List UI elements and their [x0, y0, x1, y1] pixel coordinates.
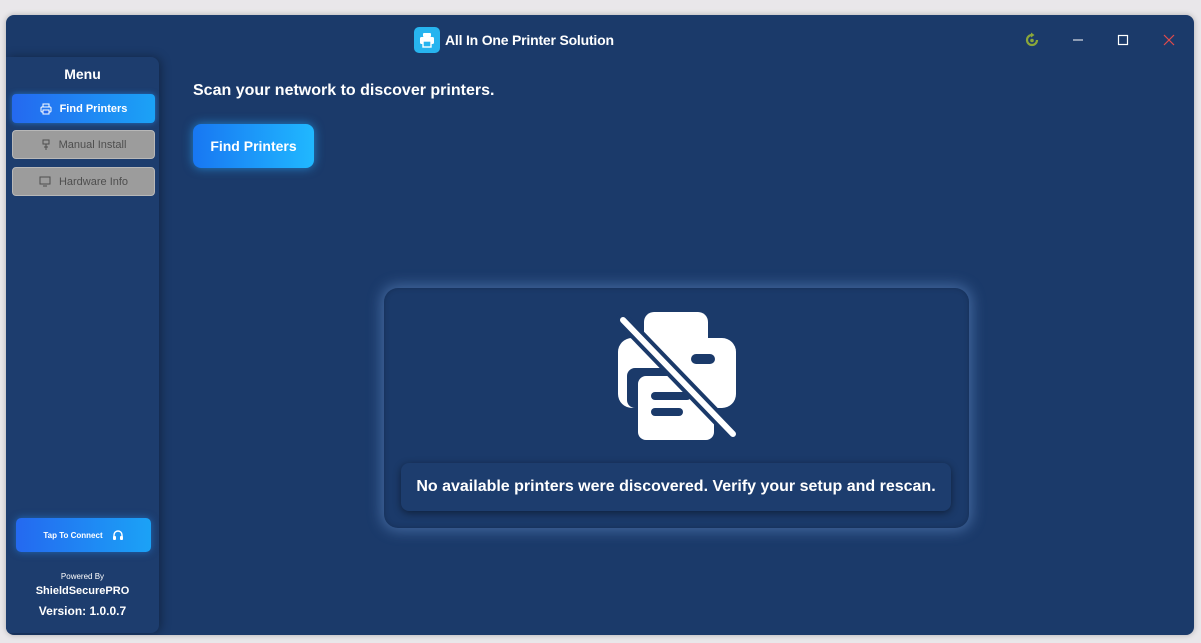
refresh-icon[interactable]: [1019, 29, 1045, 51]
menu-title: Menu: [64, 66, 101, 82]
printer-logo-icon: [414, 27, 440, 53]
sidebar: Menu Find Printers Manual Install Hardwa: [6, 57, 159, 633]
sidebar-item-label: Hardware Info: [58, 175, 129, 188]
sidebar-item-hardware-info[interactable]: Hardware Info: [12, 167, 155, 196]
page-title: Scan your network to discover printers.: [193, 82, 495, 99]
app-window: All In One Printer Solution Menu Find Pr…: [6, 15, 1194, 635]
no-printer-icon: [616, 312, 739, 441]
tap-to-connect-button[interactable]: Tap To Connect: [16, 518, 151, 552]
sidebar-item-find-printers[interactable]: Find Printers: [12, 94, 155, 123]
title-bar: All In One Printer Solution: [6, 15, 1194, 65]
brand-name: ShieldSecurePRO: [35, 585, 130, 597]
app-title-text: All In One Printer Solution: [445, 32, 614, 48]
monitor-icon: [39, 176, 51, 187]
sidebar-item-label: Manual Install: [58, 138, 127, 151]
powered-by-label: Powered By: [60, 572, 105, 581]
maximize-icon[interactable]: [1110, 29, 1136, 51]
app-title: All In One Printer Solution: [414, 27, 614, 53]
connect-label: Tap To Connect: [43, 530, 103, 540]
empty-state-card: No available printers were discovered. V…: [384, 288, 969, 528]
close-icon[interactable]: [1156, 29, 1182, 51]
find-printers-button[interactable]: Find Printers: [193, 124, 314, 168]
headset-icon: [112, 530, 123, 540]
usb-icon: [42, 139, 50, 150]
minimize-icon[interactable]: [1065, 29, 1091, 51]
empty-state-message: No available printers were discovered. V…: [401, 463, 951, 511]
sidebar-item-label: Find Printers: [59, 102, 128, 115]
version-label: Version: 1.0.0.7: [38, 604, 127, 618]
printer-icon: [40, 103, 52, 114]
sidebar-item-manual-install[interactable]: Manual Install: [12, 130, 155, 159]
